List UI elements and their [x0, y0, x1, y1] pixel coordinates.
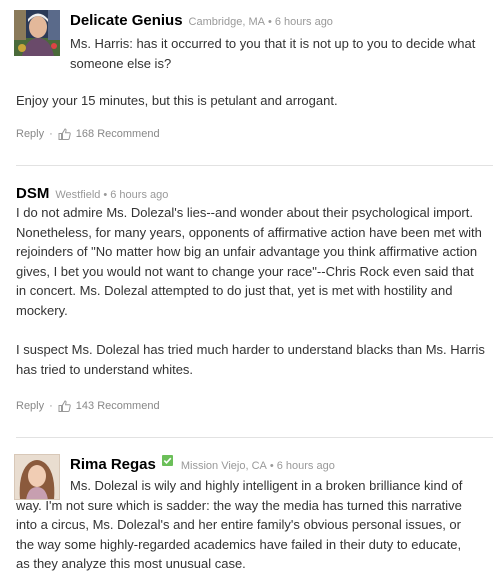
comment-paragraph: I suspect Ms. Dolezal has tried much har… [16, 342, 485, 377]
comment-body-continued: Enjoy your 15 minutes, but this is petul… [16, 91, 486, 111]
comment-body: Ms. Harris: has it occurred to you that … [70, 34, 480, 73]
comment-paragraph: I do not admire Ms. Dolezal's lies--and … [16, 205, 482, 318]
comment: Rima Regas Mission Viejo, CA • 6 hours ago … [0, 438, 499, 587]
comment-actions: Reply · 168 Recommend [16, 128, 160, 140]
comment-meta: Mission Viejo, CA • 6 hours ago [180, 460, 335, 472]
comment-paragraph: Ms. Harris: has it occurred to you that … [70, 36, 476, 71]
author-name[interactable]: Delicate Genius [70, 12, 183, 29]
author-location: Westfield [55, 189, 101, 201]
reply-button[interactable]: Reply [16, 400, 44, 412]
comment-actions: Reply · 143 Recommend [16, 400, 160, 412]
comment-body: I do not admire Ms. Dolezal's lies--and … [16, 203, 486, 379]
comment-paragraph: Ms. Dolezal is wily and highly intellige… [16, 478, 463, 572]
comment-time[interactable]: 6 hours ago [275, 16, 333, 28]
comment-time[interactable]: 6 hours ago [277, 460, 335, 472]
recommend-button[interactable]: 168 Recommend [76, 128, 160, 140]
thumbs-up-icon[interactable] [58, 400, 71, 412]
verified-badge-icon [161, 455, 173, 466]
comment: Delicate Genius Cambridge, MA • 6 hours ago… [0, 0, 499, 166]
comment-time[interactable]: 6 hours ago [110, 189, 168, 201]
author-name[interactable]: Rima Regas [70, 456, 156, 473]
avatar[interactable] [14, 10, 60, 56]
comment-body: Ms. Dolezal is wily and highly intellige… [16, 476, 466, 574]
author-name[interactable]: DSM [16, 185, 49, 202]
thumbs-up-icon[interactable] [58, 128, 71, 140]
author-location: Cambridge, MA [188, 16, 265, 28]
reply-button[interactable]: Reply [16, 128, 44, 140]
comment: DSM Westfield • 6 hours ago I do not admire… [0, 166, 499, 438]
comment-paragraph: Enjoy your 15 minutes, but this is petul… [16, 93, 338, 108]
recommend-button[interactable]: 143 Recommend [76, 400, 160, 412]
comment-meta: Cambridge, MA • 6 hours ago [188, 16, 333, 28]
comment-meta: Westfield • 6 hours ago [55, 189, 169, 201]
author-location: Mission Viejo, CA [180, 460, 267, 472]
